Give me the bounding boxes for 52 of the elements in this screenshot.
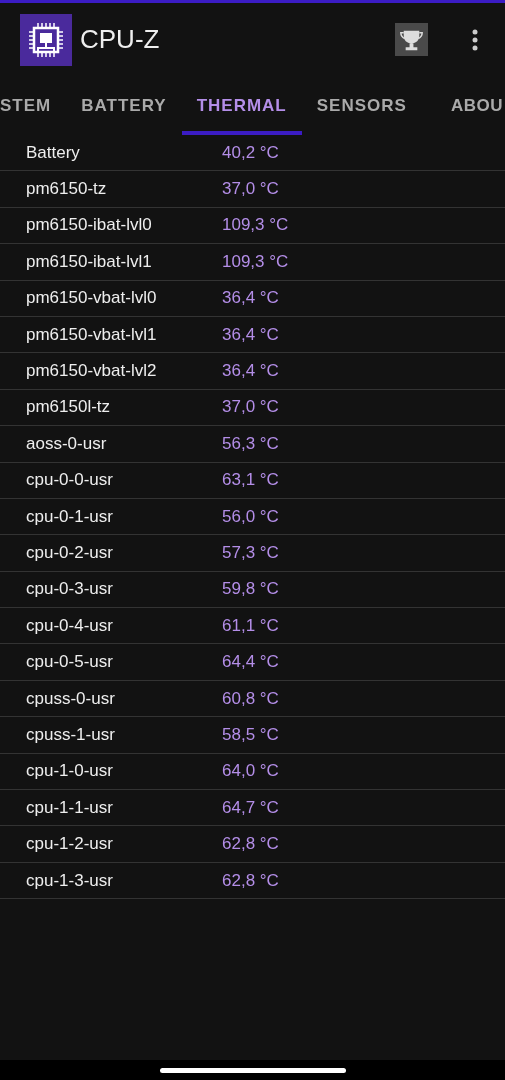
sensor-name: pm6150-vbat-lvl2 [25,361,158,382]
sensor-name: cpuss-0-usr [25,688,116,709]
temperature-value: 36,4 °C [222,324,279,345]
tab[interactable]: THERMAL [181,76,302,135]
temperature-value: 40,2 °C [222,142,279,163]
sensor-name: cpu-0-5-usr [25,652,114,673]
sensor-name: aoss-0-usr [25,433,108,454]
temperature-value: 109,3 °C [222,215,289,236]
tab[interactable]: BATTERY [66,76,182,135]
sensor-name: cpu-0-1-usr [25,506,114,527]
trophy-icon[interactable] [395,23,428,56]
tab[interactable]: ABOU [435,76,505,135]
temperature-value: 61,1 °C [222,615,279,636]
temperature-value: 37,0 °C [222,179,279,200]
sensor-name: cpu-0-3-usr [25,579,114,600]
temperature-value: 64,4 °C [222,652,279,673]
sensor-name: pm6150-tz [25,179,108,200]
sensor-name: pm6150-ibat-lvl0 [25,215,153,236]
temperature-value: 36,4 °C [222,288,279,309]
home-indicator[interactable] [159,1067,346,1073]
app-title: CPU-Z [80,24,160,55]
sensor-name: Battery [25,142,81,163]
temperature-value: 57,3 °C [222,543,279,563]
temperature-value: 58,5 °C [222,724,279,745]
temperature-value: 109,3 °C [222,251,289,272]
temperature-value: 60,8 °C [222,688,279,709]
sensor-name: pm6150l-tz [25,397,112,418]
sensor-name: cpu-1-0-usr [25,761,114,782]
temperature-value: 62,8 °C [222,834,279,855]
sensor-name: cpu-0-2-usr [25,543,114,563]
sensor-name: cpu-1-1-usr [25,797,114,818]
temperature-value: 64,7 °C [222,797,279,818]
sensor-name: pm6150-ibat-lvl1 [25,251,153,272]
temperature-value: 64,0 °C [222,761,279,782]
sensor-name: cpu-0-4-usr [25,615,114,636]
temperature-value: 37,0 °C [222,397,279,418]
tab[interactable]: STEM [0,76,67,135]
sensor-name: cpuss-1-usr [25,724,116,745]
temperature-value: 56,0 °C [222,506,279,527]
sensor-name: cpu-1-3-usr [25,870,114,891]
sensor-name: pm6150-vbat-lvl0 [25,288,158,309]
more-options-icon[interactable] [472,28,478,51]
tab[interactable]: SENSORS [301,76,422,135]
temperature-value: 59,8 °C [222,579,279,600]
temperature-value: 56,3 °C [222,433,279,454]
temperature-value: 36,4 °C [222,361,279,382]
temperature-value: 63,1 °C [222,470,279,491]
sensor-name: cpu-1-2-usr [25,834,114,855]
sensor-name: pm6150-vbat-lvl1 [25,324,158,345]
chip-icon [20,13,72,66]
sensor-name: cpu-0-0-usr [25,470,114,491]
temperature-value: 62,8 °C [222,870,279,891]
